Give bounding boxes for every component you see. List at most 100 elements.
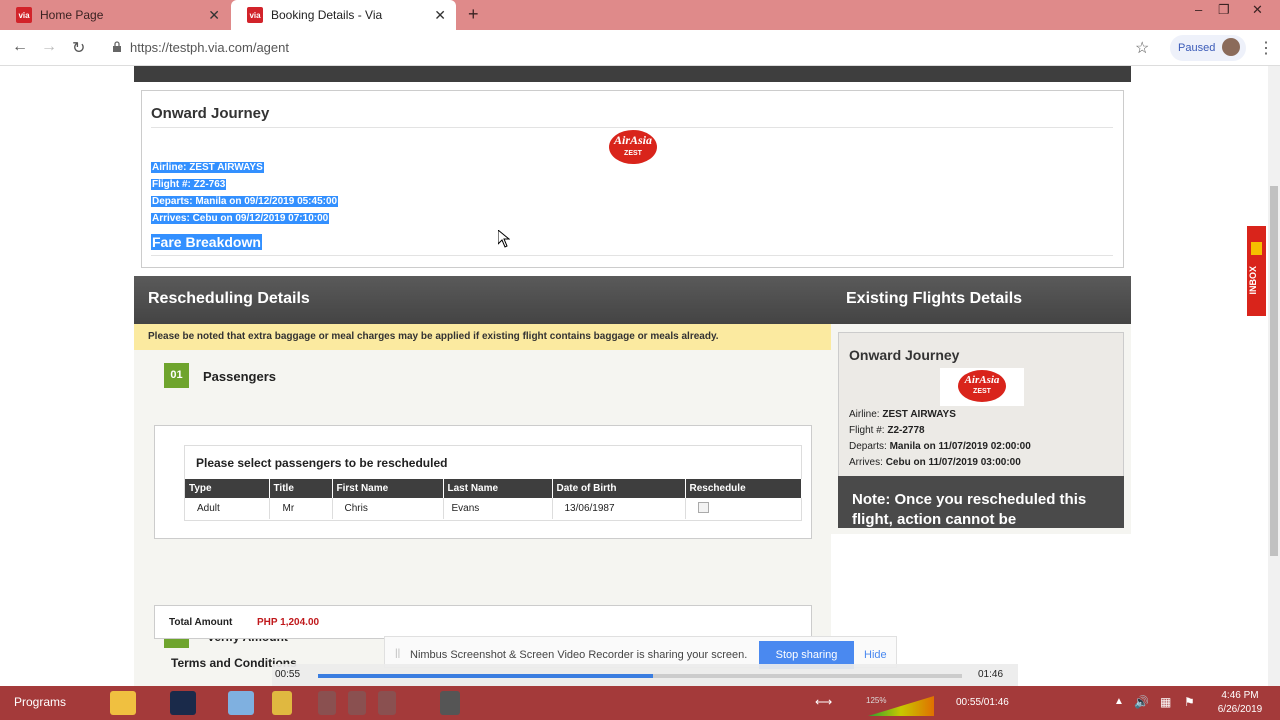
- passenger-type: Adult: [185, 498, 270, 519]
- previous-icon[interactable]: [318, 691, 336, 715]
- airline-value: ZEST AIRWAYS: [882, 409, 956, 420]
- logo-subtext: ZEST: [624, 150, 642, 157]
- fare-breakdown-link[interactable]: Fare Breakdown: [151, 234, 262, 250]
- tab-home-page[interactable]: via Home Page ✕: [0, 0, 230, 30]
- stop-icon[interactable]: [348, 691, 366, 715]
- next-icon[interactable]: [378, 691, 396, 715]
- forward-icon[interactable]: →: [41, 38, 57, 56]
- expand-icon[interactable]: ⟷: [815, 695, 832, 709]
- existing-journey-title: Onward Journey: [849, 347, 960, 363]
- tab-label: Home Page: [40, 8, 104, 22]
- amount-panel: Total Amount PHP 1,204.00: [154, 605, 812, 639]
- arrives-value: Cebu on 11/07/2019 03:00:00: [885, 457, 1021, 468]
- rescheduling-details-heading: Rescheduling Details: [134, 276, 831, 324]
- paused-label: Paused: [1178, 42, 1216, 54]
- section-header-bar: [134, 66, 1131, 82]
- column-header-last-name: Last Name: [443, 479, 553, 498]
- speaker-icon[interactable]: 🔊: [1134, 695, 1149, 709]
- tray-clock[interactable]: 4:46 PM 6/26/2019: [1211, 689, 1269, 717]
- column-header-dob: Date of Birth: [552, 479, 686, 498]
- hide-button[interactable]: Hide: [864, 649, 887, 661]
- total-amount-value: PHP 1,204.00: [257, 617, 320, 628]
- page-scrollbar[interactable]: [1268, 66, 1280, 686]
- onward-journey-title: Onward Journey: [151, 105, 270, 122]
- existing-departs: Departs: Manila on 11/07/2019 02:00:00: [849, 441, 1031, 452]
- passenger-dob: 13/06/1987: [552, 498, 686, 519]
- close-tab-icon[interactable]: ✕: [208, 7, 220, 24]
- clock-time: 4:46 PM: [1221, 690, 1259, 701]
- logo-text: AirAsia: [964, 374, 1000, 386]
- screen-share-message: Nimbus Screenshot & Screen Video Recorde…: [410, 649, 748, 661]
- tray-arrow-icon[interactable]: ▲: [1114, 696, 1124, 707]
- passengers-table-wrapper: Please select passengers to be reschedul…: [184, 445, 802, 521]
- column-header-first-name: First Name: [332, 479, 444, 498]
- inbox-label: INBOX: [1248, 266, 1258, 295]
- volume-percent: 125%: [866, 696, 887, 705]
- url-field[interactable]: https://testph.via.com/agent: [130, 40, 289, 55]
- more-menu-icon[interactable]: ⋮: [1258, 38, 1274, 58]
- baggage-notice: Please be noted that extra baggage or me…: [134, 324, 831, 350]
- lock-icon: [113, 41, 121, 52]
- current-time: 00:55: [275, 669, 301, 680]
- departs-value: Manila on 11/07/2019 02:00:00: [889, 441, 1031, 452]
- passengers-select-title: Please select passengers to be reschedul…: [196, 456, 448, 470]
- passenger-first-name: Chris: [332, 498, 444, 519]
- inbox-icon: [1251, 242, 1262, 255]
- airasia-zest-logo: AirAsia ZEST: [609, 130, 657, 164]
- via-favicon-icon: via: [16, 7, 32, 23]
- programs-button[interactable]: Programs: [14, 695, 66, 709]
- new-tab-icon[interactable]: +: [468, 4, 479, 25]
- tab-booking-details[interactable]: via Booking Details - Via ✕: [231, 0, 456, 30]
- pause-icon[interactable]: [272, 691, 292, 715]
- bookmark-star-icon[interactable]: ☆: [1135, 38, 1149, 58]
- departs-text: Departs: Manila on 09/12/2019 05:45:00: [151, 196, 339, 207]
- departs-label: Departs:: [849, 441, 887, 452]
- total-time: 01:46: [978, 669, 1004, 680]
- airline-text: Airline: ZEST AIRWAYS: [151, 162, 264, 173]
- tab-label: Booking Details - Via: [271, 8, 383, 22]
- drag-handle-icon[interactable]: ||: [395, 648, 400, 659]
- airasia-zest-logo: AirAsia ZEST: [958, 370, 1006, 402]
- passengers-heading: Passengers: [203, 369, 276, 384]
- avatar[interactable]: [1222, 38, 1240, 56]
- network-icon[interactable]: ▦: [1160, 695, 1171, 709]
- flight-label: Flight #:: [849, 425, 885, 436]
- via-favicon-icon: via: [247, 7, 263, 23]
- airline-label: Airline:: [849, 409, 880, 420]
- column-header-reschedule: Reschedule: [685, 479, 802, 498]
- tab-strip: via Home Page ✕ via Booking Details - Vi…: [0, 0, 1280, 30]
- folder-icon[interactable]: [110, 691, 136, 715]
- seek-track[interactable]: [318, 674, 962, 678]
- flight-value: Z2-2778: [887, 425, 925, 436]
- existing-airline: Airline: ZEST AIRWAYS: [849, 409, 956, 420]
- media-time: 00:55/01:46: [956, 697, 1009, 708]
- minimize-icon[interactable]: –: [1195, 2, 1202, 17]
- column-header-type: Type: [185, 479, 270, 498]
- existing-flight: Flight #: Z2-2778: [849, 425, 925, 436]
- clock-date: 6/26/2019: [1217, 704, 1263, 715]
- reschedule-checkbox[interactable]: [697, 501, 709, 513]
- total-amount-label: Total Amount: [169, 617, 233, 628]
- close-tab-icon[interactable]: ✕: [434, 7, 446, 24]
- logo-text: AirAsia: [613, 133, 652, 147]
- mouse-cursor-icon: [498, 230, 510, 248]
- divider: [151, 255, 1113, 256]
- back-icon[interactable]: ←: [12, 38, 28, 56]
- reschedule-note: Note: Once you rescheduled this flight, …: [838, 476, 1124, 528]
- taskbar: Programs ⟷ 125% 00:55/01:46 ▲ 🔊 ▦ ⚑ 4:46…: [0, 686, 1280, 720]
- video-seek-bar: 00:55 01:46: [272, 664, 1018, 686]
- seek-progress: [318, 674, 653, 678]
- user-app-icon[interactable]: [170, 691, 196, 715]
- close-window-icon[interactable]: ✕: [1252, 2, 1263, 18]
- scrollbar-thumb[interactable]: [1270, 186, 1278, 556]
- column-header-title: Title: [269, 479, 333, 498]
- restore-icon[interactable]: ❐: [1218, 2, 1230, 18]
- flag-icon[interactable]: ⚑: [1184, 695, 1195, 709]
- screen-icon[interactable]: [440, 691, 460, 715]
- existing-flights-heading: Existing Flights Details: [831, 276, 1131, 324]
- table-row: Adult Mr Chris Evans 13/06/1987: [185, 498, 802, 519]
- reload-icon[interactable]: ↻: [72, 38, 85, 58]
- notepad-icon[interactable]: [228, 691, 254, 715]
- flight-number-text: Flight #: Z2-763: [151, 179, 227, 190]
- divider: [151, 127, 1113, 128]
